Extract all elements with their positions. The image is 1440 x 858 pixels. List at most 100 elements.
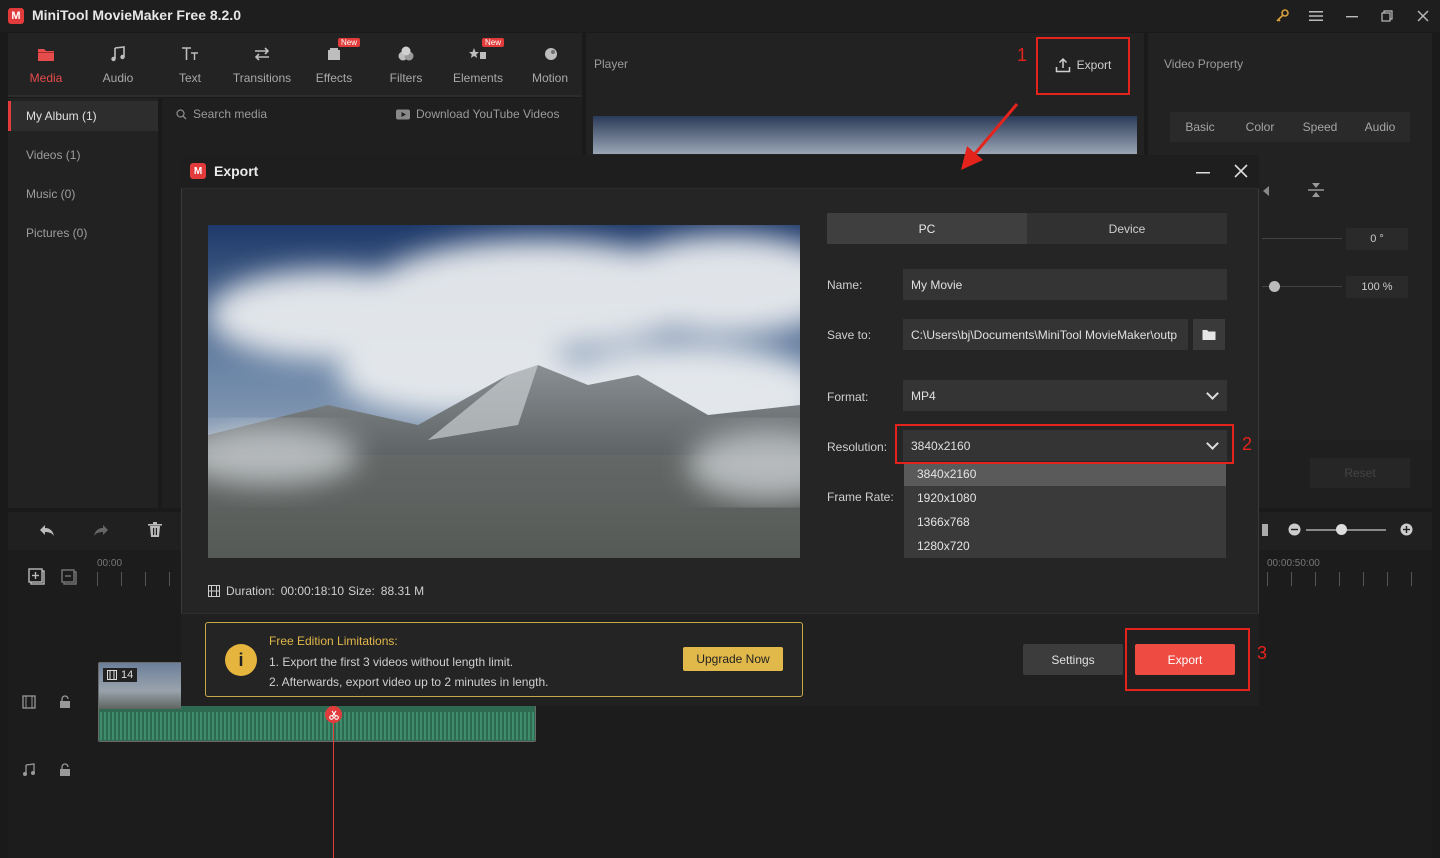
scale-slider-handle[interactable] bbox=[1269, 281, 1280, 292]
add-track-icon[interactable] bbox=[28, 568, 46, 591]
annotation-number-2: 2 bbox=[1242, 434, 1253, 454]
download-youtube-button[interactable]: Download YouTube Videos bbox=[396, 107, 559, 121]
toolbar-divider bbox=[8, 95, 582, 97]
info-icon: i bbox=[225, 644, 257, 676]
tab-speed[interactable]: Speed bbox=[1290, 112, 1350, 142]
resolution-option[interactable]: 1280x720 bbox=[904, 534, 1226, 558]
search-icon bbox=[176, 108, 187, 119]
tab-device[interactable]: Device bbox=[1027, 213, 1227, 244]
annotation-number-3: 3 bbox=[1257, 643, 1268, 663]
duration-info: Duration: 00:00:18:10 Size: 88.31 M bbox=[208, 584, 424, 598]
annotation-number-1: 1 bbox=[1017, 45, 1028, 65]
name-label: Name: bbox=[827, 278, 863, 292]
highlight-box-3 bbox=[1125, 628, 1250, 691]
tool-effects[interactable]: New Effects bbox=[300, 38, 368, 91]
new-badge: New bbox=[338, 38, 361, 47]
resolution-option[interactable]: 1366x768 bbox=[904, 510, 1226, 534]
save-path-field[interactable]: C:\Users\bj\Documents\MiniTool MovieMake… bbox=[903, 319, 1188, 350]
name-field[interactable]: My Movie bbox=[903, 269, 1227, 300]
sidebar-item-music[interactable]: Music (0) bbox=[8, 179, 158, 209]
playhead[interactable] bbox=[333, 708, 334, 858]
tool-media[interactable]: Media bbox=[12, 43, 80, 91]
tab-color[interactable]: Color bbox=[1230, 112, 1290, 142]
size-label: Size: bbox=[348, 584, 375, 598]
tab-audio[interactable]: Audio bbox=[1350, 112, 1410, 142]
duration-label: Duration: bbox=[226, 584, 275, 598]
undo-icon[interactable] bbox=[38, 522, 56, 543]
dialog-minimize-icon[interactable] bbox=[1196, 165, 1210, 183]
dialog-header bbox=[181, 155, 1259, 189]
sidebar-item-my-album[interactable]: My Album (1) bbox=[8, 101, 158, 131]
scissors-icon[interactable] bbox=[325, 706, 342, 723]
highlight-box-2 bbox=[895, 424, 1234, 464]
maximize-icon[interactable] bbox=[1377, 6, 1397, 26]
audio-track-icon bbox=[22, 763, 36, 782]
browse-folder-button[interactable] bbox=[1193, 319, 1225, 350]
tool-audio[interactable]: Audio bbox=[84, 43, 152, 91]
zoom-slider-handle[interactable] bbox=[1336, 524, 1347, 535]
dialog-title: Export bbox=[214, 163, 259, 179]
resolution-option[interactable]: 1920x1080 bbox=[904, 486, 1226, 510]
dialog-close-icon[interactable] bbox=[1234, 164, 1248, 183]
highlight-box-1 bbox=[1036, 37, 1130, 95]
ruler-end: 00:00:50:00 bbox=[1267, 558, 1320, 569]
upgrade-now-button[interactable]: Upgrade Now bbox=[683, 647, 783, 671]
scale-value[interactable]: 100 % bbox=[1346, 276, 1408, 298]
audio-waveform bbox=[100, 712, 534, 740]
tab-pc[interactable]: PC bbox=[827, 213, 1027, 244]
resolution-option[interactable]: 3840x2160 bbox=[904, 462, 1226, 486]
remove-track-icon[interactable] bbox=[61, 569, 77, 590]
annotation-arrow bbox=[961, 103, 1019, 170]
key-icon[interactable] bbox=[1272, 6, 1292, 26]
youtube-icon bbox=[396, 109, 410, 119]
zoom-in-icon[interactable] bbox=[1400, 523, 1413, 541]
resolution-label: Resolution: bbox=[827, 440, 888, 454]
close-icon[interactable] bbox=[1413, 6, 1433, 26]
redo-icon[interactable] bbox=[92, 522, 110, 543]
ruler-start: 00:00 bbox=[97, 558, 123, 569]
export-target-tabs: PC Device bbox=[827, 213, 1227, 244]
tool-motion[interactable]: Motion bbox=[516, 43, 584, 91]
sidebar-item-pictures[interactable]: Pictures (0) bbox=[8, 218, 158, 248]
limitation-line: 1. Export the first 3 videos without len… bbox=[269, 655, 514, 669]
ruler-ticks bbox=[1267, 572, 1432, 586]
duration-value: 00:00:18:10 bbox=[280, 584, 345, 598]
property-label: Video Property bbox=[1164, 57, 1244, 71]
property-tabs: Basic Color Speed Audio bbox=[1170, 112, 1410, 142]
tab-basic[interactable]: Basic bbox=[1170, 112, 1230, 142]
flip-vertical-icon[interactable] bbox=[1306, 180, 1326, 205]
dialog-logo-icon: M bbox=[190, 163, 206, 179]
motion-icon bbox=[539, 43, 561, 65]
tool-elements[interactable]: New Elements bbox=[444, 38, 512, 91]
lock-icon[interactable] bbox=[59, 763, 71, 782]
sidebar-item-videos[interactable]: Videos (1) bbox=[8, 140, 158, 170]
zoom-fit-icon[interactable] bbox=[1262, 523, 1268, 541]
reset-button[interactable]: Reset bbox=[1310, 458, 1410, 488]
video-track-icon bbox=[22, 695, 36, 714]
menu-icon[interactable] bbox=[1306, 6, 1326, 26]
minimize-icon[interactable] bbox=[1342, 6, 1362, 26]
film-icon bbox=[107, 670, 117, 680]
transition-icon bbox=[251, 43, 273, 65]
zoom-out-icon[interactable] bbox=[1288, 523, 1301, 541]
lock-icon[interactable] bbox=[59, 695, 71, 714]
flip-horizontal-icon[interactable] bbox=[1259, 184, 1271, 203]
delete-icon[interactable] bbox=[148, 522, 162, 543]
format-select[interactable]: MP4 bbox=[903, 380, 1227, 411]
tool-transitions[interactable]: Transitions bbox=[228, 43, 296, 91]
music-icon bbox=[107, 43, 129, 65]
filters-icon bbox=[395, 43, 417, 65]
clip-badge: 14 bbox=[103, 668, 138, 682]
format-label: Format: bbox=[827, 390, 869, 404]
app-logo-icon: M bbox=[8, 8, 24, 24]
player-preview bbox=[593, 116, 1137, 154]
limitation-line: 2. Afterwards, export video up to 2 minu… bbox=[269, 675, 549, 689]
tool-text[interactable]: Text bbox=[156, 43, 224, 91]
rotation-slider[interactable] bbox=[1262, 238, 1342, 239]
size-value: 88.31 M bbox=[380, 584, 425, 598]
settings-button[interactable]: Settings bbox=[1023, 644, 1123, 675]
tool-filters[interactable]: Filters bbox=[372, 43, 440, 91]
search-input[interactable]: Search media bbox=[176, 107, 267, 121]
rotation-value[interactable]: 0 ° bbox=[1346, 228, 1408, 250]
text-icon bbox=[179, 43, 201, 65]
